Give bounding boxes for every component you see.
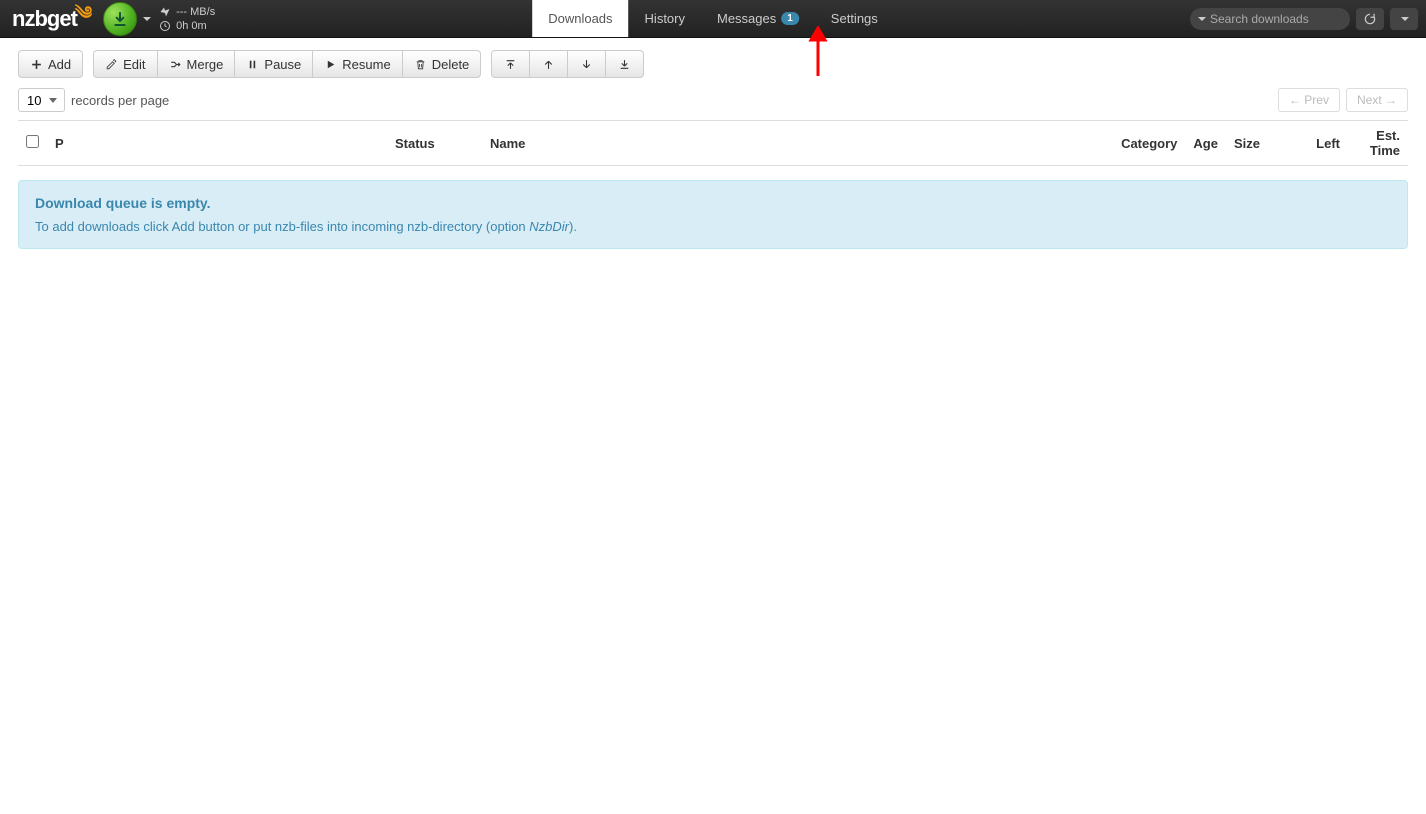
refresh-button[interactable] [1356,8,1384,30]
speed-status: --- MB/s 0h 0m [159,5,215,33]
alert-title: Download queue is empty. [35,195,1391,211]
trash-icon [414,58,427,71]
alert-text-em: NzbDir [529,219,569,234]
action-toolbar: Add Edit Merge Pause Resume Delete [0,38,1426,88]
more-menu-caret-icon [1401,17,1409,21]
col-age[interactable]: Age [1185,121,1226,166]
play-icon [324,58,337,71]
search-box[interactable]: ✖ [1190,8,1350,30]
tab-messages-label: Messages [717,11,776,26]
edit-label: Edit [123,57,145,72]
merge-icon [169,58,182,71]
download-status-icon[interactable] [103,2,137,36]
tab-history-label: History [645,11,685,26]
alert-text: To add downloads click Add button or put… [35,219,1391,234]
tab-settings-label: Settings [831,11,878,26]
brand-part1: nzb [12,6,47,32]
records-per-page-select[interactable]: 10 [18,88,65,112]
alert-text-post: ). [569,219,577,234]
search-input[interactable] [1210,12,1365,26]
merge-label: Merge [187,57,224,72]
top-navbar: nzbget༄ --- MB/s 0h 0m Downloads History… [0,0,1426,38]
alert-text-pre: To add downloads click Add button or put… [35,219,529,234]
add-label: Add [48,57,71,72]
move-bottom-icon [618,58,631,71]
resume-label: Resume [342,57,390,72]
brand-part2: get [47,6,77,32]
delete-label: Delete [432,57,470,72]
move-down-icon [580,58,593,71]
brand-rss-icon: ༄ [75,0,91,44]
messages-badge: 1 [781,12,799,25]
col-status[interactable]: Status [387,121,482,166]
move-up-icon [542,58,555,71]
records-select-wrap: 10 [18,88,65,112]
merge-button[interactable]: Merge [157,50,236,78]
pause-icon [246,58,259,71]
tab-downloads[interactable]: Downloads [532,0,628,37]
search-filter-caret-icon[interactable] [1198,17,1206,21]
move-up-button[interactable] [529,50,568,78]
tab-messages[interactable]: Messages 1 [701,0,815,37]
records-label: records per page [71,93,169,108]
col-est-time[interactable]: Est. Time [1348,121,1408,166]
plus-icon [30,58,43,71]
col-name[interactable]: Name [482,121,1113,166]
col-category[interactable]: Category [1113,121,1185,166]
col-checkbox [18,121,47,166]
edit-group: Edit Merge Pause Resume Delete [93,50,481,78]
main-nav-tabs: Downloads History Messages 1 Settings [532,0,894,37]
move-top-icon [504,58,517,71]
edit-button[interactable]: Edit [93,50,157,78]
prev-page-button[interactable]: ← Prev [1278,88,1340,112]
col-left[interactable]: Left [1268,121,1348,166]
arrow-down-icon [112,11,128,27]
col-priority[interactable]: P [47,121,387,166]
speed-value: --- MB/s [176,5,215,19]
pagination: ← Prev Next → [1278,88,1408,112]
tab-downloads-label: Downloads [548,11,612,26]
tab-settings[interactable]: Settings [815,0,894,37]
next-page-button[interactable]: Next → [1346,88,1408,112]
queue-table-wrap: P Status Name Category Age Size Left Est… [0,120,1426,166]
edit-icon [105,58,118,71]
move-bottom-button[interactable] [605,50,644,78]
move-down-button[interactable] [567,50,606,78]
controls-row: 10 records per page ← Prev Next → [0,88,1426,120]
status-dropdown-caret-icon[interactable] [143,17,151,21]
refresh-icon [1363,12,1377,26]
col-size[interactable]: Size [1226,121,1268,166]
table-header-row: P Status Name Category Age Size Left Est… [18,121,1408,166]
queue-table: P Status Name Category Age Size Left Est… [18,120,1408,166]
pause-button[interactable]: Pause [234,50,313,78]
resume-button[interactable]: Resume [312,50,402,78]
pause-label: Pause [264,57,301,72]
brand-logo[interactable]: nzbget༄ [0,0,99,44]
speed-icon [159,6,171,18]
delete-button[interactable]: Delete [402,50,482,78]
move-group [491,50,644,78]
empty-queue-alert: Download queue is empty. To add download… [18,180,1408,249]
select-all-checkbox[interactable] [26,135,39,148]
more-menu-button[interactable] [1390,8,1418,30]
add-button[interactable]: Add [18,50,83,78]
clock-icon [159,20,171,32]
navbar-right: ✖ [1190,8,1426,30]
tab-history[interactable]: History [629,0,701,37]
time-remaining: 0h 0m [176,19,207,33]
move-top-button[interactable] [491,50,530,78]
